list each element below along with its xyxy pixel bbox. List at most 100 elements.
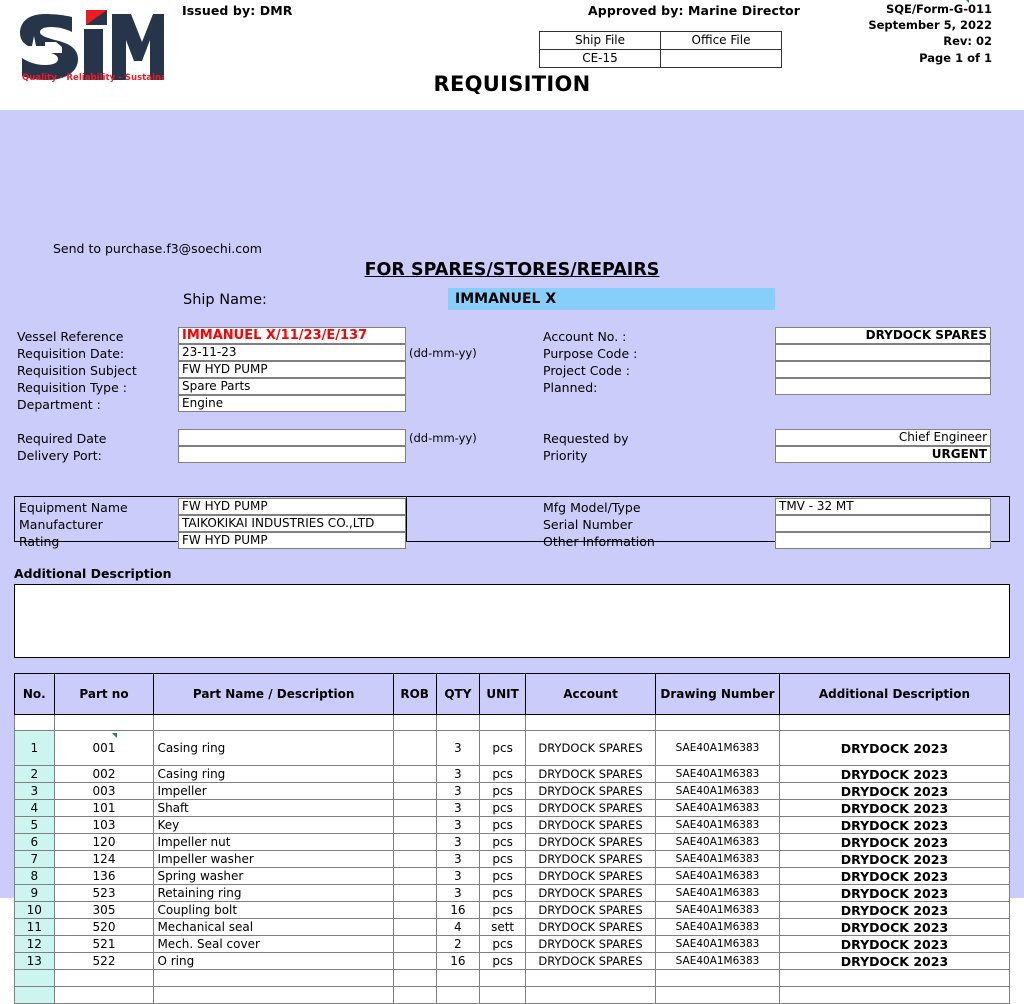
table-cell-unit[interactable]: pcs bbox=[480, 868, 526, 885]
table-cell-unit[interactable]: sett bbox=[480, 919, 526, 936]
additional-description-textarea[interactable] bbox=[14, 584, 1010, 658]
table-cell-name[interactable] bbox=[154, 987, 393, 1004]
table-cell-rob[interactable] bbox=[393, 731, 436, 766]
table-row[interactable]: 5103Key3pcsDRYDOCK SPARESSAE40A1M6383DRY… bbox=[15, 817, 1010, 834]
table-cell-rob[interactable] bbox=[393, 783, 436, 800]
table-cell-unit[interactable]: pcs bbox=[480, 851, 526, 868]
table-row[interactable]: 9523Retaining ring3pcsDRYDOCK SPARESSAE4… bbox=[15, 885, 1010, 902]
table-cell-account[interactable]: DRYDOCK SPARES bbox=[525, 919, 655, 936]
table-cell-drawing[interactable] bbox=[656, 970, 780, 987]
table-cell-unit[interactable]: pcs bbox=[480, 902, 526, 919]
table-cell-qty[interactable]: 2 bbox=[436, 936, 480, 953]
table-cell-qty[interactable]: 3 bbox=[436, 731, 480, 766]
table-cell-name[interactable]: Impeller washer bbox=[154, 851, 393, 868]
table-cell-drawing[interactable] bbox=[656, 987, 780, 1004]
table-cell-account[interactable]: DRYDOCK SPARES bbox=[525, 783, 655, 800]
table-cell-no[interactable]: 10 bbox=[15, 902, 55, 919]
rating-input[interactable]: FW HYD PUMP bbox=[178, 532, 406, 549]
table-row[interactable]: 1001Casing ring3pcsDRYDOCK SPARESSAE40A1… bbox=[15, 731, 1010, 766]
table-cell-qty[interactable]: 3 bbox=[436, 766, 480, 783]
table-cell-drawing[interactable]: SAE40A1M6383 bbox=[656, 766, 780, 783]
table-cell-unit[interactable]: pcs bbox=[480, 834, 526, 851]
table-cell-name[interactable] bbox=[154, 970, 393, 987]
table-cell-addl[interactable]: DRYDOCK 2023 bbox=[779, 800, 1009, 817]
table-cell-addl[interactable]: DRYDOCK 2023 bbox=[779, 919, 1009, 936]
table-cell-part-no[interactable]: 520 bbox=[54, 919, 154, 936]
table-cell-drawing[interactable]: SAE40A1M6383 bbox=[656, 936, 780, 953]
table-cell-drawing[interactable]: SAE40A1M6383 bbox=[656, 919, 780, 936]
table-cell-addl[interactable]: DRYDOCK 2023 bbox=[779, 902, 1009, 919]
table-cell-part-no[interactable]: 101 bbox=[54, 800, 154, 817]
table-cell-drawing[interactable]: SAE40A1M6383 bbox=[656, 851, 780, 868]
table-cell-rob[interactable] bbox=[393, 885, 436, 902]
table-row[interactable]: 13522O ring16pcsDRYDOCK SPARESSAE40A1M63… bbox=[15, 953, 1010, 970]
table-cell-account[interactable] bbox=[525, 970, 655, 987]
table-row[interactable]: 4101Shaft3pcsDRYDOCK SPARESSAE40A1M6383D… bbox=[15, 800, 1010, 817]
table-row[interactable]: 2002Casing ring3pcsDRYDOCK SPARESSAE40A1… bbox=[15, 766, 1010, 783]
table-cell-qty[interactable]: 3 bbox=[436, 800, 480, 817]
table-cell-account[interactable]: DRYDOCK SPARES bbox=[525, 817, 655, 834]
table-cell-no[interactable]: 13 bbox=[15, 953, 55, 970]
table-cell-unit[interactable] bbox=[480, 987, 526, 1004]
table-cell-name[interactable]: Casing ring bbox=[154, 766, 393, 783]
table-cell-part-no[interactable] bbox=[54, 970, 154, 987]
table-cell-account[interactable] bbox=[525, 987, 655, 1004]
table-cell-part-no[interactable]: 002 bbox=[54, 766, 154, 783]
table-cell-account[interactable]: DRYDOCK SPARES bbox=[525, 800, 655, 817]
table-cell-name[interactable]: Shaft bbox=[154, 800, 393, 817]
table-cell-addl[interactable]: DRYDOCK 2023 bbox=[779, 817, 1009, 834]
table-cell-name[interactable]: Impeller bbox=[154, 783, 393, 800]
table-cell-drawing[interactable]: SAE40A1M6383 bbox=[656, 868, 780, 885]
table-cell-drawing[interactable]: SAE40A1M6383 bbox=[656, 902, 780, 919]
table-cell-rob[interactable] bbox=[393, 851, 436, 868]
table-cell-unit[interactable]: pcs bbox=[480, 783, 526, 800]
table-cell-addl[interactable]: DRYDOCK 2023 bbox=[779, 953, 1009, 970]
table-cell-account[interactable]: DRYDOCK SPARES bbox=[525, 731, 655, 766]
table-row[interactable]: 7124Impeller washer3pcsDRYDOCK SPARESSAE… bbox=[15, 851, 1010, 868]
table-row[interactable]: 12521Mech. Seal cover2pcsDRYDOCK SPARESS… bbox=[15, 936, 1010, 953]
table-cell-addl[interactable]: DRYDOCK 2023 bbox=[779, 885, 1009, 902]
table-cell-no[interactable]: 12 bbox=[15, 936, 55, 953]
table-row[interactable] bbox=[15, 987, 1010, 1004]
table-cell-drawing[interactable]: SAE40A1M6383 bbox=[656, 731, 780, 766]
table-cell-rob[interactable] bbox=[393, 970, 436, 987]
table-cell-account[interactable]: DRYDOCK SPARES bbox=[525, 936, 655, 953]
mfg-model-type-input[interactable]: TMV - 32 MT bbox=[775, 498, 991, 515]
table-cell-unit[interactable]: pcs bbox=[480, 936, 526, 953]
table-cell-addl[interactable]: DRYDOCK 2023 bbox=[779, 766, 1009, 783]
equipment-name-input[interactable]: FW HYD PUMP bbox=[178, 498, 406, 515]
table-row[interactable]: 8136Spring washer3pcsDRYDOCK SPARESSAE40… bbox=[15, 868, 1010, 885]
required-date-input[interactable] bbox=[178, 429, 406, 446]
table-cell-part-no[interactable]: 120 bbox=[54, 834, 154, 851]
table-cell-unit[interactable] bbox=[480, 970, 526, 987]
table-cell-no[interactable]: 4 bbox=[15, 800, 55, 817]
table-cell-qty[interactable]: 3 bbox=[436, 783, 480, 800]
table-cell-addl[interactable] bbox=[779, 970, 1009, 987]
table-row[interactable]: 6120Impeller nut3pcsDRYDOCK SPARESSAE40A… bbox=[15, 834, 1010, 851]
table-cell-part-no[interactable]: 001 bbox=[54, 731, 154, 766]
table-cell-drawing[interactable]: SAE40A1M6383 bbox=[656, 953, 780, 970]
ship-name-value[interactable]: IMMANUEL X bbox=[448, 288, 775, 310]
table-cell-no[interactable]: 6 bbox=[15, 834, 55, 851]
table-cell-unit[interactable]: pcs bbox=[480, 800, 526, 817]
table-cell-part-no[interactable]: 124 bbox=[54, 851, 154, 868]
department-input[interactable]: Engine bbox=[178, 395, 406, 412]
table-cell-name[interactable]: Impeller nut bbox=[154, 834, 393, 851]
table-cell-unit[interactable]: pcs bbox=[480, 766, 526, 783]
table-cell-part-no[interactable]: 523 bbox=[54, 885, 154, 902]
table-cell-addl[interactable]: DRYDOCK 2023 bbox=[779, 851, 1009, 868]
table-cell-addl[interactable] bbox=[779, 987, 1009, 1004]
table-cell-drawing[interactable]: SAE40A1M6383 bbox=[656, 783, 780, 800]
table-row[interactable] bbox=[15, 970, 1010, 987]
table-cell-rob[interactable] bbox=[393, 919, 436, 936]
table-cell-rob[interactable] bbox=[393, 936, 436, 953]
table-cell-qty[interactable] bbox=[436, 987, 480, 1004]
table-cell-qty[interactable]: 3 bbox=[436, 851, 480, 868]
requisition-date-input[interactable]: 23-11-23 bbox=[178, 344, 406, 361]
serial-number-input[interactable] bbox=[775, 515, 991, 532]
requisition-subject-input[interactable]: FW HYD PUMP bbox=[178, 361, 406, 378]
table-cell-qty[interactable]: 4 bbox=[436, 919, 480, 936]
project-code-input[interactable] bbox=[775, 361, 991, 378]
table-cell-no[interactable]: 8 bbox=[15, 868, 55, 885]
table-cell-rob[interactable] bbox=[393, 902, 436, 919]
